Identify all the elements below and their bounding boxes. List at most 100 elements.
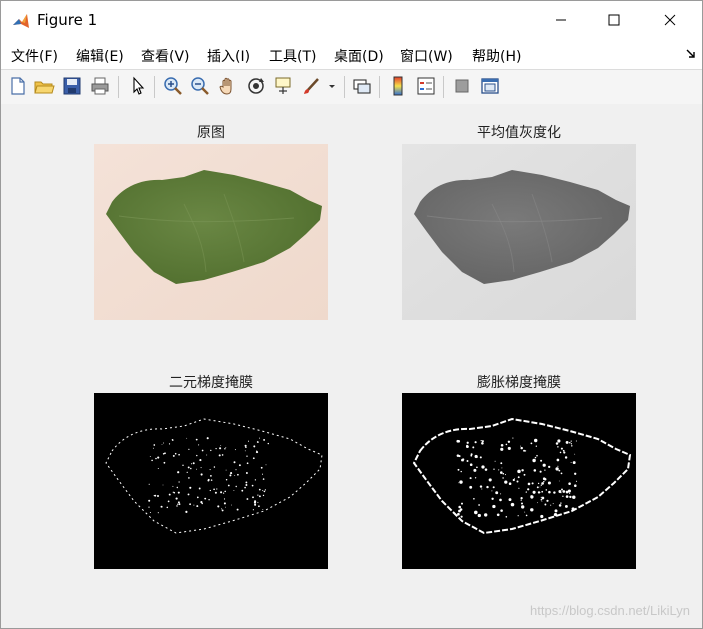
pan-hand-icon[interactable]	[217, 75, 239, 97]
mask-speckle	[200, 467, 202, 469]
mask-speckle	[523, 473, 526, 476]
mask-speckle	[459, 480, 463, 484]
mask-speckle	[563, 451, 566, 454]
mask-speckle	[525, 491, 527, 493]
mask-speckle	[568, 482, 571, 485]
axes-original-image[interactable]	[94, 144, 328, 320]
menu-edit[interactable]: 编辑(E)	[76, 46, 124, 66]
mask-speckle	[178, 503, 181, 506]
mask-speckle	[148, 499, 151, 502]
mask-speckle	[548, 490, 551, 494]
mask-speckle	[237, 473, 239, 476]
mask-speckle	[264, 489, 266, 491]
mask-speckle	[570, 462, 572, 463]
mask-speckle	[223, 502, 226, 505]
legend-icon[interactable]	[415, 75, 437, 97]
mask-speckle	[263, 438, 266, 441]
mask-speckle	[263, 490, 266, 493]
menu-view[interactable]: 查看(V)	[141, 46, 190, 66]
maximize-button[interactable]	[591, 1, 637, 39]
menu-help[interactable]: 帮助(H)	[472, 46, 521, 66]
hide-plot-tools-icon[interactable]	[451, 75, 473, 97]
mask-speckle	[564, 456, 568, 459]
mask-speckle	[246, 455, 248, 457]
mask-speckle	[225, 446, 227, 448]
mask-speckle	[225, 478, 228, 481]
close-button[interactable]	[647, 1, 693, 39]
axes-gray-image[interactable]	[402, 144, 636, 320]
show-plot-tools-icon[interactable]	[479, 75, 501, 97]
menu-insert[interactable]: 插入(I)	[207, 46, 250, 66]
mask-speckle	[201, 449, 204, 452]
mask-speckle	[187, 493, 190, 496]
zoom-in-icon[interactable]	[162, 75, 184, 97]
new-figure-icon[interactable]	[7, 75, 29, 97]
mask-speckle	[157, 467, 159, 470]
menu-desktop[interactable]: 桌面(D)	[334, 46, 384, 66]
mask-speckle	[564, 504, 568, 508]
mask-speckle	[210, 475, 212, 477]
mask-speckle	[225, 469, 227, 471]
minimize-button[interactable]	[538, 1, 584, 39]
mask-speckle	[535, 445, 537, 447]
axes-dilated-mask[interactable]	[402, 393, 636, 569]
mask-speckle	[206, 437, 209, 440]
mask-speckle	[245, 481, 248, 484]
rotate-3d-icon[interactable]	[245, 75, 267, 97]
mask-speckle	[258, 488, 261, 491]
mask-speckle	[220, 445, 222, 446]
colorbar-icon[interactable]	[387, 75, 409, 97]
mask-speckle	[224, 490, 226, 493]
mask-speckle	[478, 504, 480, 506]
mask-speckle	[172, 485, 174, 487]
mask-speckle	[524, 511, 526, 513]
mask-speckle	[558, 469, 561, 472]
mask-speckle	[209, 469, 211, 471]
mask-speckle	[502, 472, 505, 475]
mask-speckle	[210, 449, 212, 452]
dock-arrow-icon[interactable]	[686, 49, 696, 59]
mask-speckle	[507, 440, 511, 443]
brush-icon[interactable]	[301, 75, 323, 97]
data-cursor-icon[interactable]	[273, 75, 295, 97]
mask-speckle	[236, 508, 239, 511]
mask-speckle	[261, 473, 264, 475]
link-plot-icon[interactable]	[351, 75, 373, 97]
brush-dropdown-icon[interactable]	[325, 75, 339, 97]
mask-speckle	[254, 503, 257, 506]
pointer-icon[interactable]	[127, 75, 149, 97]
menu-tools[interactable]: 工具(T)	[269, 46, 316, 66]
mask-speckle	[479, 485, 483, 488]
open-file-icon[interactable]	[33, 75, 55, 97]
menu-window[interactable]: 窗口(W)	[400, 46, 453, 66]
mask-speckle	[466, 460, 469, 462]
axes-binary-mask[interactable]	[94, 393, 328, 569]
mask-speckle	[196, 505, 199, 508]
mask-speckle	[152, 447, 154, 449]
mask-speckle	[198, 444, 200, 446]
mask-speckle	[517, 469, 521, 474]
mask-speckle	[163, 461, 166, 464]
mask-speckle	[209, 489, 211, 492]
mask-speckle	[500, 444, 504, 447]
mask-speckle	[221, 509, 224, 512]
save-icon[interactable]	[61, 75, 83, 97]
mask-speckle	[244, 444, 247, 447]
mask-speckle	[520, 499, 522, 501]
mask-speckle	[213, 466, 216, 468]
zoom-out-icon[interactable]	[189, 75, 211, 97]
mask-speckle	[539, 486, 541, 488]
title-bar: Figure 1	[1, 1, 702, 39]
mask-speckle	[562, 495, 564, 497]
mask-speckle	[458, 455, 461, 458]
mask-speckle	[568, 492, 571, 494]
mask-speckle	[541, 496, 545, 500]
mask-speckle	[494, 460, 496, 462]
mask-speckle	[540, 498, 543, 501]
mask-speckle	[547, 481, 551, 485]
mask-speckle	[572, 495, 576, 499]
mask-speckle	[254, 479, 257, 481]
mask-speckle	[570, 440, 572, 442]
menu-file[interactable]: 文件(F)	[11, 46, 58, 66]
print-icon[interactable]	[89, 75, 111, 97]
